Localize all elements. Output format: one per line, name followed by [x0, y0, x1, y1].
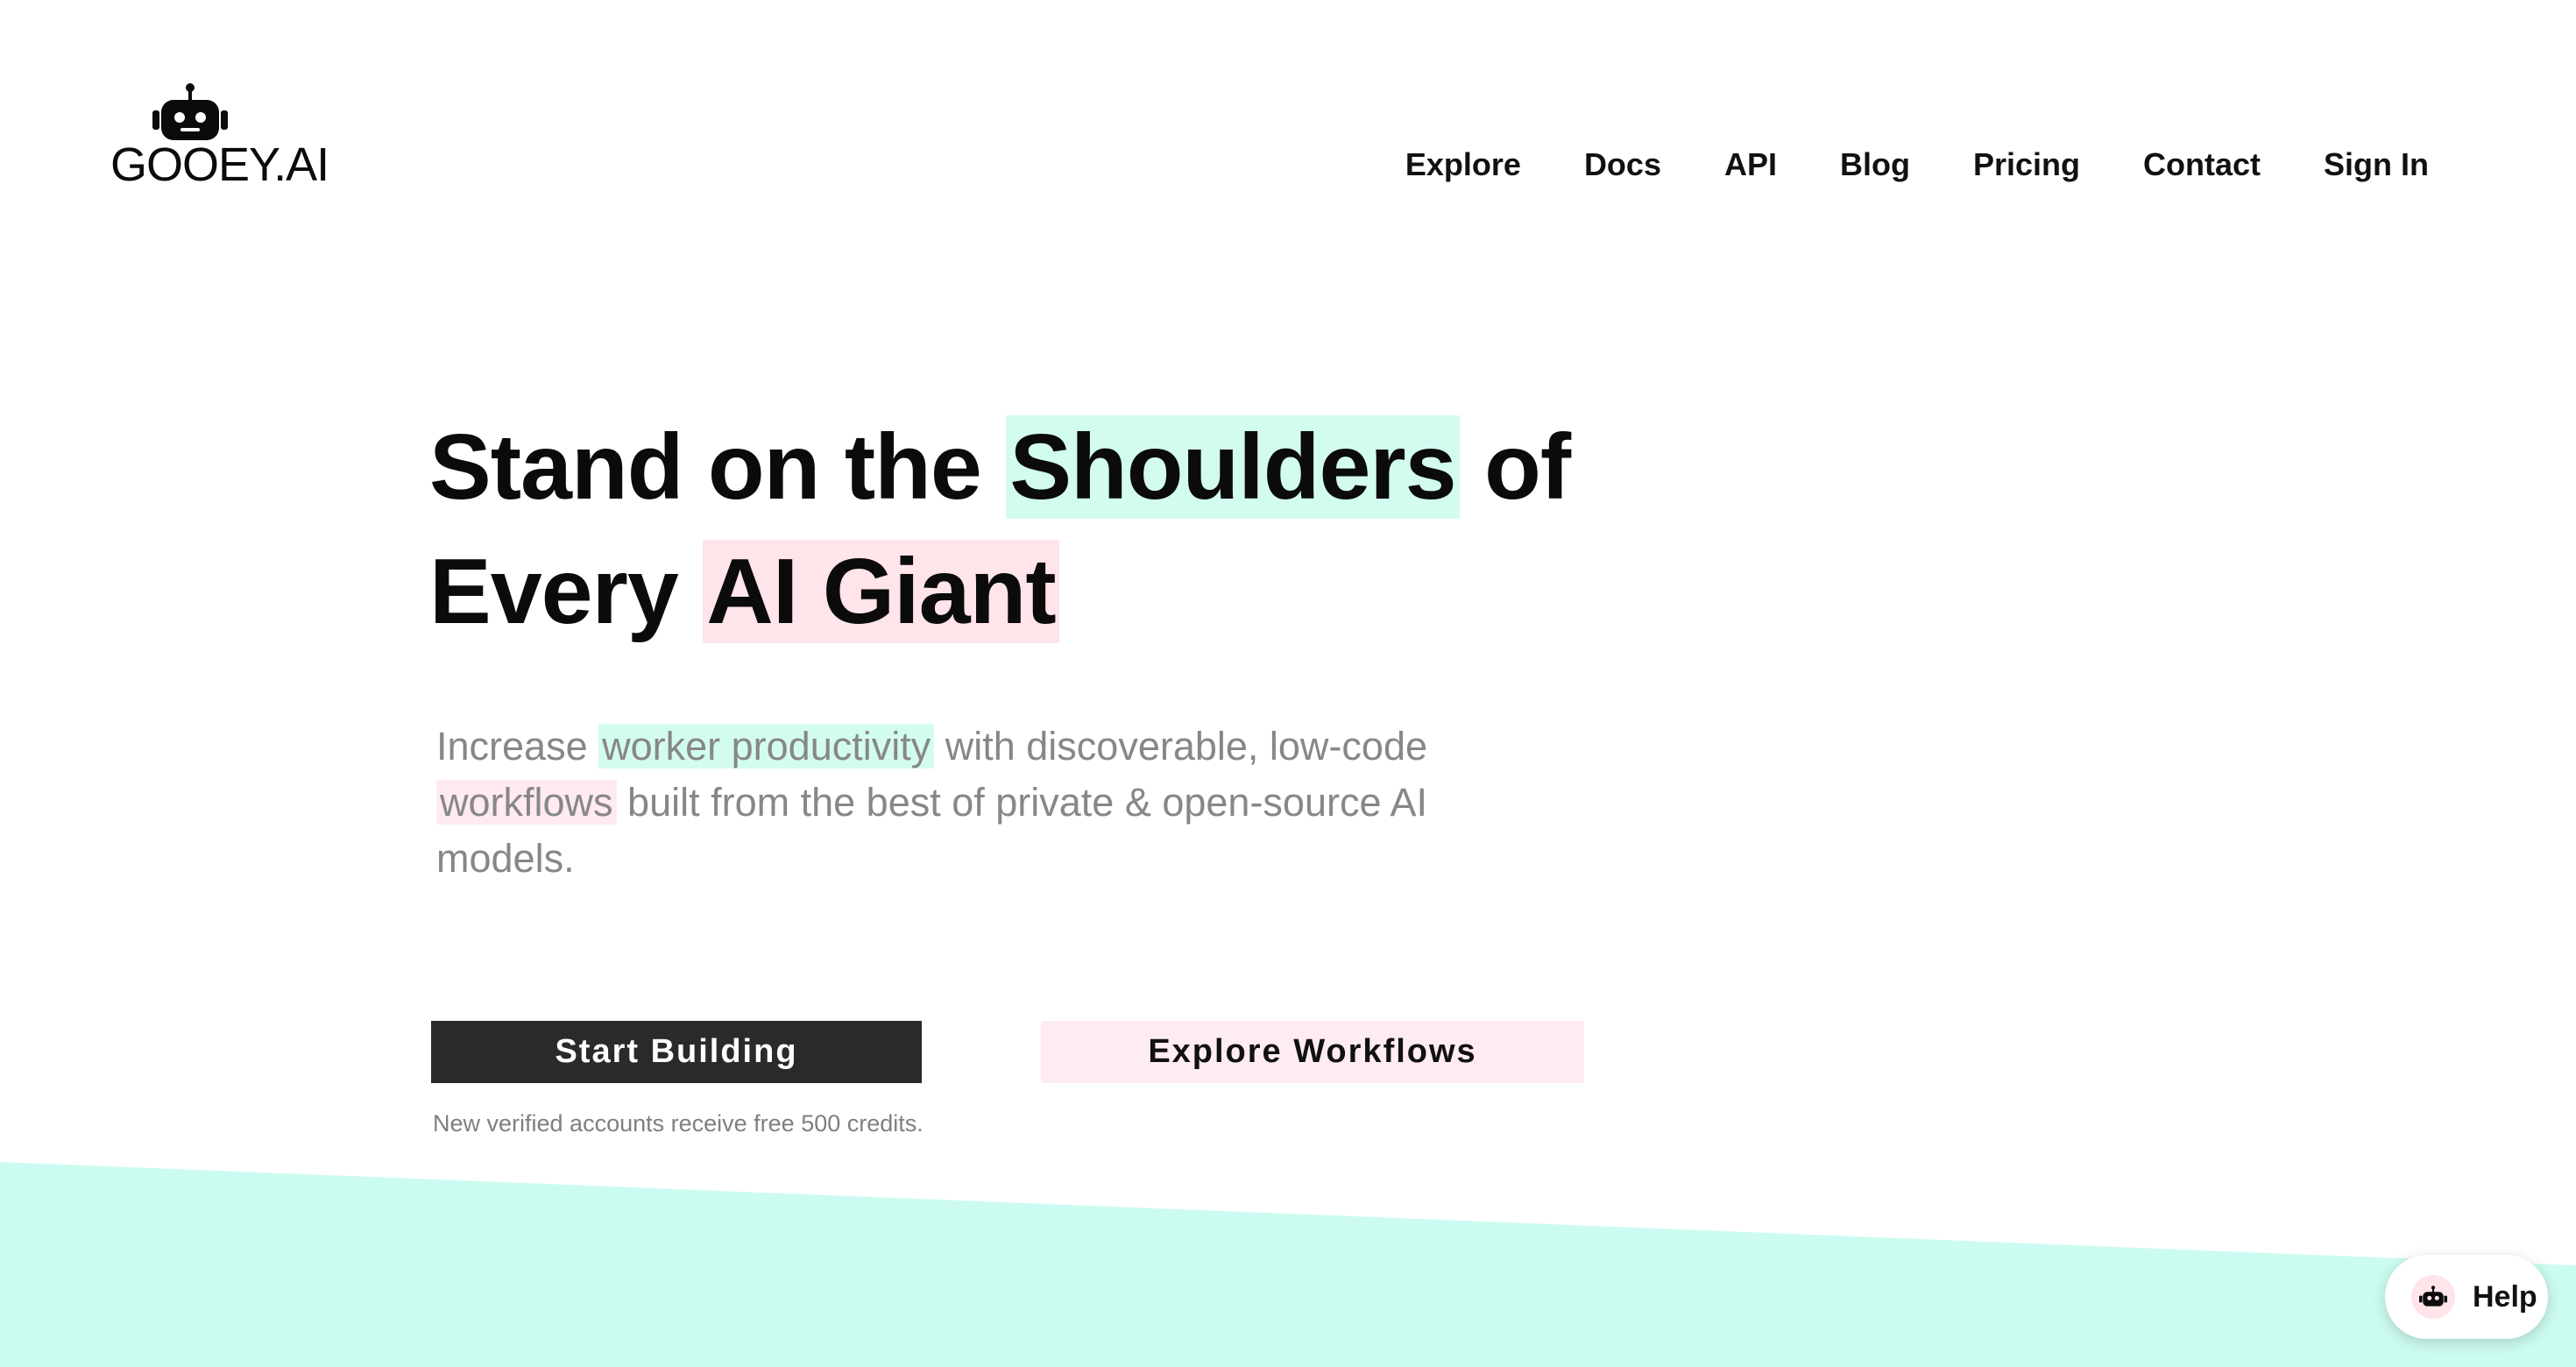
logo-link[interactable]: GOOEY.AI — [110, 82, 338, 191]
nav-pricing[interactable]: Pricing — [1973, 146, 2080, 183]
hero-title-text: Every — [429, 540, 704, 643]
explore-workflows-button[interactable]: Explore Workflows — [1041, 1021, 1584, 1083]
nav-blog[interactable]: Blog — [1840, 146, 1910, 183]
help-label: Help — [2473, 1279, 2537, 1314]
hero-subtitle-text: Increase — [436, 724, 599, 768]
hero-title-highlight-ai-giant: AI Giant — [703, 540, 1059, 643]
landing-page: GOOEY.AI Explore Docs API Blog Pricing C… — [0, 0, 2576, 1367]
nav-sign-in[interactable]: Sign In — [2324, 146, 2429, 183]
nav-explore[interactable]: Explore — [1405, 146, 1521, 183]
robot-icon — [152, 83, 228, 140]
nav-docs[interactable]: Docs — [1584, 146, 1661, 183]
logo-text: GOOEY.AI — [110, 138, 329, 191]
help-button[interactable]: Help — [2385, 1255, 2548, 1339]
mint-background-band — [0, 1162, 2576, 1367]
nav-contact[interactable]: Contact — [2143, 146, 2261, 183]
hero-subtitle-text: with discoverable, low-code — [934, 724, 1427, 768]
top-nav: Explore Docs API Blog Pricing Contact Si… — [1405, 140, 2429, 189]
hero-title: Stand on the Shoulders of Every AI Giant — [429, 405, 1744, 654]
hero-subtitle: Increase worker productivity with discov… — [436, 719, 1523, 887]
start-building-button[interactable]: Start Building — [431, 1021, 922, 1083]
robot-icon — [2411, 1275, 2455, 1319]
hero-subtitle-highlight-productivity: worker productivity — [598, 724, 935, 768]
hero-title-text: Stand on the — [429, 415, 1007, 519]
hero-subtitle-highlight-workflows: workflows — [436, 780, 617, 825]
credits-note: New verified accounts receive free 500 c… — [433, 1110, 924, 1137]
nav-api[interactable]: API — [1724, 146, 1777, 183]
hero-title-text: of — [1459, 415, 1571, 519]
hero-title-highlight-shoulders: Shoulders — [1006, 415, 1460, 519]
